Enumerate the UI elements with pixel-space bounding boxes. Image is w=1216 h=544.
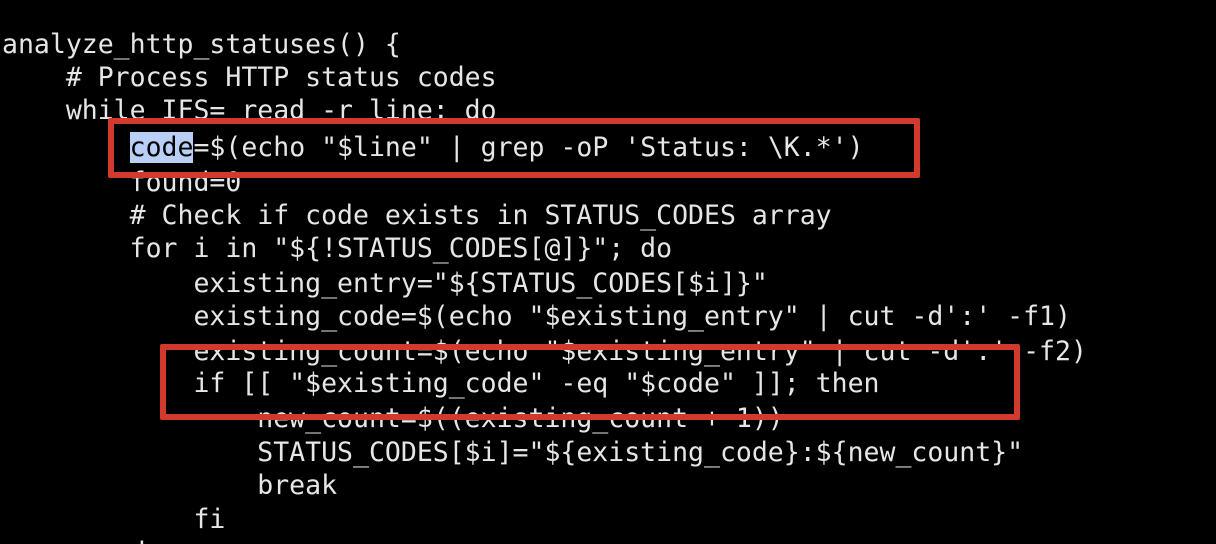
code-line-14: break	[2, 470, 338, 501]
code-line-1: analyze_http_statuses() {	[2, 29, 401, 60]
annotation-box-if-condition	[160, 344, 1020, 420]
code-line-15: fi	[2, 504, 226, 535]
code-line-13: STATUS_CODES[$i]="${existing_code}:${new…	[2, 437, 1024, 468]
terminal-window[interactable]: analyze_http_statuses() { # Process HTTP…	[0, 0, 1216, 544]
code-line-7: for i in "${!STATUS_CODES[@]}"; do	[2, 233, 673, 264]
code-line-8: existing_entry="${STATUS_CODES[$i]}"	[2, 268, 768, 299]
annotation-box-code-assignment	[108, 118, 920, 178]
code-line-9: existing_code=$(echo "$existing_entry" |…	[2, 301, 1071, 332]
code-line-2: # Process HTTP status codes	[2, 62, 497, 93]
code-line-16: done	[2, 536, 194, 544]
code-line-6: # Check if code exists in STATUS_CODES a…	[2, 200, 832, 231]
